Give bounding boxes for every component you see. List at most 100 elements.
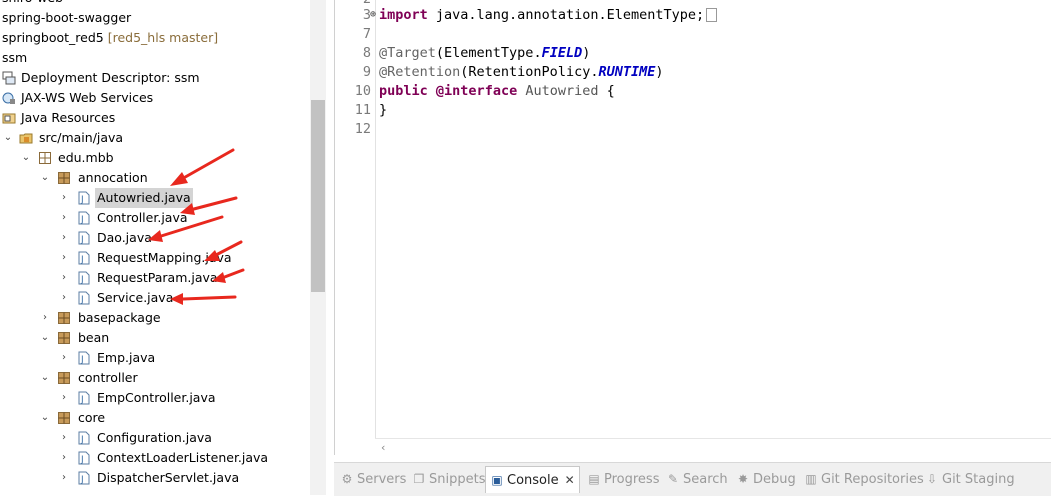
tree-item-label: annocation (78, 170, 148, 185)
annotation: @Target (379, 45, 436, 61)
tree-item-label: spring-boot-swagger (2, 10, 132, 25)
tree-item-label: Service.java (97, 290, 174, 305)
tab-label: Progress (604, 472, 660, 487)
git-branch-decoration: [red5_hls master] (107, 30, 219, 45)
tab-label: Debug (753, 472, 796, 487)
tree-item-label: basepackage (78, 310, 161, 325)
java-file-icon: J (78, 471, 90, 485)
tree-item-label: ssm (2, 50, 28, 65)
line-number: 9 (362, 64, 371, 80)
code-line-3[interactable]: import java.lang.annotation.ElementType; (379, 6, 718, 25)
code-text: (RetentionPolicy. (460, 64, 599, 80)
tree-item-label: JAX-WS Web Services (21, 90, 154, 105)
java-file-icon: J (78, 351, 90, 365)
chevron-right-icon[interactable]: › (59, 268, 69, 288)
tree-item-label: Java Resources (21, 110, 116, 125)
code-line-10[interactable]: public @interface Autowried { (379, 82, 615, 101)
close-icon[interactable]: ✕ (565, 473, 575, 487)
editor-horizontal-scrollbar[interactable]: ‹ (375, 438, 1051, 456)
snippets-icon: ❐ (413, 472, 425, 486)
tree-item-label: Emp.java (97, 350, 156, 365)
chevron-down-icon[interactable]: ⌄ (3, 128, 13, 148)
explorer-vertical-scrollbar[interactable] (310, 0, 326, 495)
code-editor[interactable]: 2 3⊕ 7 8 9 10 11 12 import java.lang.ann… (334, 0, 1051, 456)
tree-item-label-group: springboot_red5 [red5_hls master] (2, 28, 218, 48)
fold-expand-icon[interactable]: ⊕ (370, 5, 376, 24)
chevron-right-icon[interactable]: › (59, 228, 69, 248)
web-services-icon (2, 92, 15, 104)
java-file-icon: J (78, 191, 90, 205)
code-line-11[interactable]: } (379, 101, 387, 120)
svg-text:J: J (80, 435, 84, 445)
line-number: 10 (354, 83, 371, 99)
scroll-left-icon[interactable]: ‹ (381, 439, 385, 456)
code-text: ) (582, 45, 591, 61)
chevron-right-icon[interactable]: › (59, 448, 69, 468)
svg-text:J: J (80, 275, 84, 285)
package-icon (39, 152, 51, 164)
code-text: { (598, 83, 615, 99)
tab-console[interactable]: ▣ Console ✕ (485, 466, 580, 493)
progress-icon: ▤ (588, 472, 600, 486)
svg-text:J: J (80, 395, 84, 405)
tab-label: Search (683, 472, 728, 487)
tab-debug[interactable]: ✸ Debug (736, 468, 796, 490)
tree-item-label: RequestMapping.java (97, 250, 232, 265)
tree-item-label: Deployment Descriptor: ssm (21, 70, 200, 85)
java-file-icon: J (78, 431, 90, 445)
tree-item-label: controller (78, 370, 138, 385)
tab-servers[interactable]: ⚙ Servers (340, 468, 407, 490)
tree-item-label: src/main/java (39, 130, 124, 145)
tab-git-repositories[interactable]: ▥ Git Repositories (804, 468, 924, 490)
java-resources-icon (2, 113, 16, 124)
console-icon: ▣ (491, 473, 503, 487)
code-text: (ElementType. (435, 45, 542, 61)
chevron-down-icon[interactable]: ⌄ (40, 168, 50, 188)
chevron-right-icon[interactable]: › (59, 208, 69, 228)
source-folder-icon (19, 133, 33, 144)
chevron-right-icon[interactable]: › (59, 188, 69, 208)
chevron-down-icon[interactable]: ⌄ (40, 408, 50, 428)
svg-text:J: J (80, 215, 84, 225)
chevron-right-icon[interactable]: › (59, 348, 69, 368)
java-file-icon: J (78, 251, 90, 265)
tab-search[interactable]: ✎ Search (666, 468, 728, 490)
chevron-right-icon[interactable]: › (59, 288, 69, 308)
search-icon: ✎ (667, 472, 679, 486)
svg-text:J: J (80, 195, 84, 205)
chevron-right-icon[interactable]: › (59, 468, 69, 488)
chevron-right-icon[interactable]: › (59, 388, 69, 408)
scrollbar-thumb[interactable] (311, 100, 325, 292)
tree-item-label: Dao.java (97, 230, 152, 245)
svg-text:J: J (80, 355, 84, 365)
java-file-icon: J (78, 391, 90, 405)
tab-progress[interactable]: ▤ Progress (587, 468, 659, 490)
project-explorer-panel: shiro-web spring-boot-swagger springboot… (0, 0, 326, 495)
tab-snippets[interactable]: ❐ Snippets (412, 468, 486, 490)
tab-label: Snippets (429, 472, 486, 487)
chevron-right-icon[interactable]: › (40, 308, 50, 328)
type-name: Autowried (525, 83, 599, 99)
tree-item-label: springboot_red5 (2, 30, 104, 45)
code-line-9[interactable]: @Retention(RetentionPolicy.RUNTIME) (379, 63, 664, 82)
keyword: public (379, 83, 428, 99)
tab-git-staging[interactable]: ⇩ Git Staging (925, 468, 1015, 490)
annotation: @Retention (379, 64, 461, 80)
svg-text:J: J (80, 295, 84, 305)
code-line-8[interactable]: @Target(ElementType.FIELD) (379, 44, 590, 63)
tree-item-label: Controller.java (97, 210, 188, 225)
chevron-right-icon[interactable]: › (59, 248, 69, 268)
tree-item-label: core (78, 410, 106, 425)
svg-text:J: J (80, 475, 84, 485)
package-icon (58, 332, 70, 344)
git-staging-icon: ⇩ (926, 472, 938, 486)
chevron-down-icon[interactable]: ⌄ (40, 368, 50, 388)
chevron-down-icon[interactable]: ⌄ (21, 488, 31, 495)
line-number: 7 (362, 26, 371, 42)
tree-item-label: bean (78, 330, 110, 345)
folded-imports-marker[interactable] (706, 8, 718, 22)
chevron-down-icon[interactable]: ⌄ (40, 328, 50, 348)
tab-label: Git Repositories (821, 472, 924, 487)
chevron-right-icon[interactable]: › (59, 428, 69, 448)
chevron-down-icon[interactable]: ⌄ (21, 148, 31, 168)
